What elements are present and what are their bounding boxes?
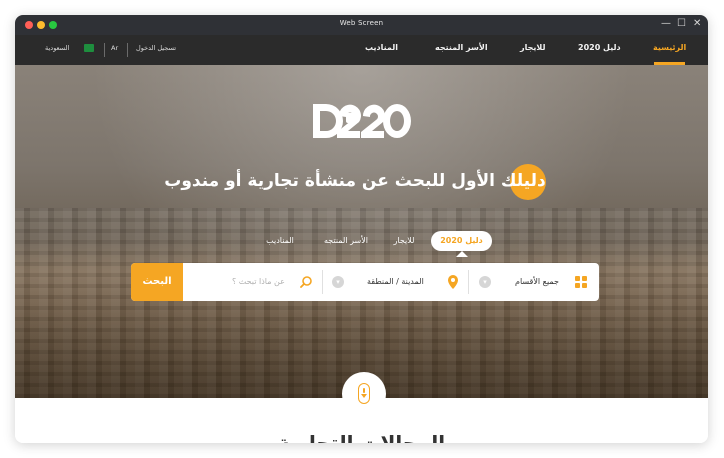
categories-select[interactable]: جميع الأقسام [515,263,559,301]
search-bar: البحث جميع الأقسام ▾ المدينة / المنطقة ▾… [131,263,599,301]
window-titlebar: Web Screen — ☐ ✕ [15,15,708,35]
section-title: المجالات التجارية [277,431,446,443]
tab-delegates[interactable]: المناديب [257,231,303,251]
window-title: Web Screen [339,19,384,27]
tab-directory[interactable]: دليل 2020 [431,231,492,251]
nav-item-delegates[interactable]: المناديب [365,43,398,52]
categories-chevron-down-icon[interactable]: ▾ [479,276,491,288]
nav-item-directory[interactable]: دليل 2020 [578,43,621,52]
hero-banner: دليلك الأول للبحث عن منشأة تجارية أو مند… [15,65,708,398]
search-icon [300,276,312,288]
search-input[interactable]: عن ماذا تبحث ؟ [232,263,285,301]
categories-grid-icon [575,276,587,288]
close-icon[interactable]: ✕ [693,18,701,30]
language-switch[interactable]: Ar [111,44,118,52]
maximize-icon[interactable]: ☐ [677,18,686,30]
location-pin-icon [448,275,458,289]
city-chevron-down-icon[interactable]: ▾ [332,276,344,288]
d2020-logo [313,104,411,138]
nav-divider [127,43,128,57]
search-divider [468,270,469,294]
top-navbar: الرئيسية دليل 2020 للايجار الأسر المنتجه… [15,35,708,65]
tab-pointer [456,251,468,257]
saudi-flag-icon [84,44,94,52]
search-divider [322,270,323,294]
country-selector[interactable]: السعودية [45,44,69,52]
tab-rent[interactable]: للايجار [385,231,423,251]
login-link[interactable]: تسجيل الدخول [136,44,176,52]
search-button[interactable]: البحث [131,263,183,301]
nav-divider [104,43,105,57]
minimize-icon[interactable]: — [661,18,671,30]
browser-window: Web Screen — ☐ ✕ الرئيسية دليل 2020 للاي… [15,15,708,443]
nav-item-families[interactable]: الأسر المنتجه [435,43,488,52]
mouse-scroll-icon [358,383,370,404]
nav-item-rent[interactable]: للايجار [520,43,545,52]
tab-families[interactable]: الأسر المنتجه [315,231,377,251]
city-select[interactable]: المدينة / المنطقة [367,263,424,301]
hero-headline: دليلك الأول للبحث عن منشأة تجارية أو مند… [164,171,546,191]
nav-item-home[interactable]: الرئيسية [653,43,686,52]
